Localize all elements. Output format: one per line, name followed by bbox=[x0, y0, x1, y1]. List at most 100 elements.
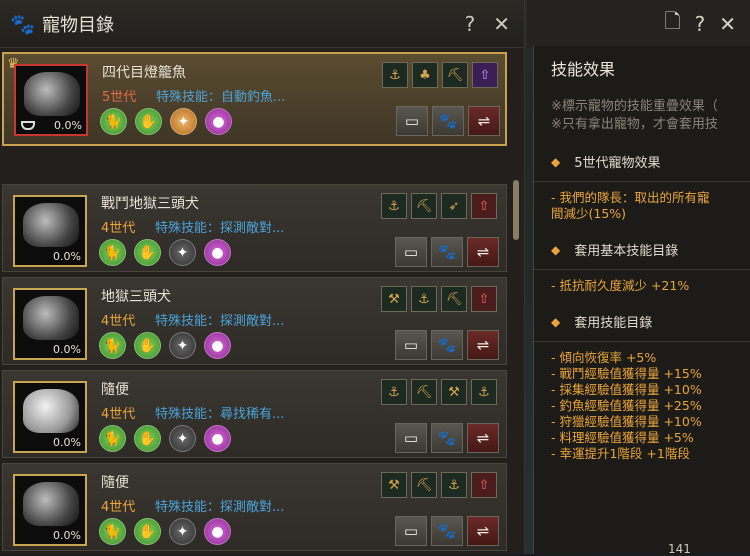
hand-icon[interactable]: ✋ bbox=[134, 518, 161, 545]
wing-icon[interactable]: ➶ bbox=[441, 193, 467, 219]
compass-icon[interactable]: ✦ bbox=[169, 332, 196, 359]
skill-icon[interactable]: ⚒ bbox=[441, 379, 467, 405]
exchange-button[interactable]: ⇌ bbox=[467, 330, 499, 360]
divider bbox=[534, 181, 750, 182]
pet-portrait: 0.0% bbox=[13, 288, 87, 360]
feed-button[interactable]: ▭ bbox=[395, 516, 427, 546]
pet-generation: 5世代 bbox=[102, 90, 137, 105]
scrollbar[interactable] bbox=[513, 180, 519, 240]
effect-line: 間減少(15%) bbox=[551, 206, 627, 221]
feed-button[interactable]: ▭ bbox=[395, 237, 427, 267]
hand-icon[interactable]: ✋ bbox=[134, 425, 161, 452]
divider bbox=[534, 341, 750, 342]
cat-icon[interactable]: 🐈 bbox=[99, 425, 126, 452]
effect-line: - 釣魚經驗值獲得量 +25% bbox=[551, 398, 702, 413]
pet-image bbox=[23, 296, 79, 340]
pet-name: 四代目燈籠魚 bbox=[102, 65, 186, 81]
clover-icon[interactable]: ♣ bbox=[412, 62, 438, 88]
pet-card[interactable]: ♛ 0.0% 四代目燈籠魚 5世代 特殊技能：自動釣魚... 🐈 ✋ ✦ ● ⚓… bbox=[2, 52, 507, 146]
effect-line: - 我們的隊長：取出的所有寵 bbox=[551, 190, 710, 205]
skill-icon[interactable]: ⛏ bbox=[411, 193, 437, 219]
skill-icon[interactable]: ⚓ bbox=[441, 472, 467, 498]
effect-line: - 採集經驗值獲得量 +10% bbox=[551, 382, 702, 397]
rank-up-icon[interactable]: ⇧ bbox=[472, 62, 498, 88]
hunger-percent: 0.0% bbox=[53, 250, 81, 263]
pet-name: 戰鬥地獄三頭犬 bbox=[101, 196, 199, 212]
cat-icon[interactable]: 🐈 bbox=[99, 332, 126, 359]
compass-icon[interactable]: ✦ bbox=[169, 518, 196, 545]
paw-button[interactable]: 🐾 bbox=[431, 237, 463, 267]
skill-icon[interactable]: ⚒ bbox=[381, 472, 407, 498]
paw-icon: 🐾 bbox=[10, 11, 35, 36]
pet-card[interactable]: 0.0% 戰鬥地獄三頭犬 4世代 特殊技能：探測敵對... 🐈 ✋ ✦ ● ⚓ … bbox=[2, 184, 507, 272]
exchange-button[interactable]: ⇌ bbox=[467, 516, 499, 546]
pouch-icon[interactable]: ● bbox=[204, 239, 231, 266]
section-label: 5世代寵物效果 bbox=[574, 156, 661, 171]
hand-icon[interactable]: ✋ bbox=[134, 239, 161, 266]
effect-line: - 戰鬥經驗值獲得量 +15% bbox=[551, 366, 702, 381]
skill-icon[interactable]: ⚒ bbox=[381, 286, 407, 312]
divider bbox=[534, 269, 750, 270]
paw-button[interactable]: 🐾 bbox=[431, 330, 463, 360]
paw-button[interactable]: 🐾 bbox=[432, 106, 464, 136]
cat-icon[interactable]: 🐈 bbox=[99, 239, 126, 266]
effect-line: - 傾向恢復率 +5% bbox=[551, 350, 657, 365]
food-bowl-icon bbox=[21, 121, 35, 130]
rank-up-icon[interactable]: ⇧ bbox=[471, 193, 497, 219]
skill-icon[interactable]: ⛏ bbox=[442, 62, 468, 88]
skill-icon[interactable]: ⚓ bbox=[381, 193, 407, 219]
compass-icon[interactable]: ✦ bbox=[169, 425, 196, 452]
skill-icon[interactable]: ⛏ bbox=[411, 472, 437, 498]
pouch-icon[interactable]: ● bbox=[204, 518, 231, 545]
pet-card[interactable]: 0.0% 隨便 4世代 特殊技能：尋找稀有... 🐈 ✋ ✦ ● ⚓ ⛏ ⚒ ⚓… bbox=[2, 370, 507, 458]
document-icon[interactable]: 🗋 bbox=[665, 7, 681, 41]
rank-up-icon[interactable]: ⇧ bbox=[471, 286, 497, 312]
feed-button[interactable]: ▭ bbox=[396, 106, 428, 136]
section-label: 套用基本技能目錄 bbox=[574, 244, 679, 259]
skill-icon[interactable]: ⛏ bbox=[411, 379, 437, 405]
effect-line: - 幸運提升1階段 +1階段 bbox=[551, 446, 690, 461]
pet-special-skill: 特殊技能：探測敵對... bbox=[155, 500, 285, 515]
pet-image bbox=[23, 389, 79, 433]
effect-line: - 料理經驗值獲得量 +5% bbox=[551, 430, 694, 445]
section-label: 套用技能目錄 bbox=[574, 316, 653, 331]
compass-icon[interactable]: ✦ bbox=[170, 108, 197, 135]
skill-icon[interactable]: ⚓ bbox=[411, 286, 437, 312]
compass-icon[interactable]: ✦ bbox=[169, 239, 196, 266]
rank-up-icon[interactable]: ⇧ bbox=[471, 472, 497, 498]
pouch-icon[interactable]: ● bbox=[204, 332, 231, 359]
pet-portrait: 0.0% bbox=[13, 474, 87, 546]
skill-icon[interactable]: ⚓ bbox=[471, 379, 497, 405]
exchange-button[interactable]: ⇌ bbox=[467, 237, 499, 267]
diamond-icon: ◆ bbox=[551, 154, 561, 169]
skill-icon[interactable]: ⚓ bbox=[381, 379, 407, 405]
hand-icon[interactable]: ✋ bbox=[134, 332, 161, 359]
help-button[interactable]: ? bbox=[695, 12, 706, 36]
help-button[interactable]: ? bbox=[465, 12, 476, 36]
skill-icon[interactable]: ⚓ bbox=[382, 62, 408, 88]
feed-button[interactable]: ▭ bbox=[395, 423, 427, 453]
exchange-button[interactable]: ⇌ bbox=[468, 106, 500, 136]
skill-icon[interactable]: ⛏ bbox=[441, 286, 467, 312]
exchange-button[interactable]: ⇌ bbox=[467, 423, 499, 453]
close-button[interactable]: ✕ bbox=[719, 12, 736, 36]
pouch-icon[interactable]: ● bbox=[204, 425, 231, 452]
paw-button[interactable]: 🐾 bbox=[431, 423, 463, 453]
pet-portrait: 0.0% bbox=[13, 195, 87, 267]
cat-icon[interactable]: 🐈 bbox=[100, 108, 127, 135]
close-button[interactable]: ✕ bbox=[493, 12, 510, 36]
leaf-icon[interactable]: ✋ bbox=[135, 108, 162, 135]
skill-effect-panel: 技能效果 ※標示寵物的技能重疊效果（ ※只有拿出寵物，才會套用技 ◆ 5世代寵物… bbox=[533, 46, 750, 554]
pet-card[interactable]: 0.0% 地獄三頭犬 4世代 特殊技能：探測敵對... 🐈 ✋ ✦ ● ⚒ ⚓ … bbox=[2, 277, 507, 365]
pouch-icon[interactable]: ● bbox=[205, 108, 232, 135]
cat-icon[interactable]: 🐈 bbox=[99, 518, 126, 545]
pet-name: 地獄三頭犬 bbox=[101, 289, 171, 305]
hunger-percent: 0.0% bbox=[53, 343, 81, 356]
hunger-percent: 0.0% bbox=[53, 436, 81, 449]
feed-button[interactable]: ▭ bbox=[395, 330, 427, 360]
hunger-percent: 0.0% bbox=[53, 529, 81, 542]
pet-card[interactable]: 0.0% 隨便 4世代 特殊技能：探測敵對... 🐈 ✋ ✦ ● ⚒ ⛏ ⚓ ⇧… bbox=[2, 463, 507, 551]
pet-list: ♛ 0.0% 四代目燈籠魚 5世代 特殊技能：自動釣魚... 🐈 ✋ ✦ ● ⚓… bbox=[0, 50, 512, 554]
paw-button[interactable]: 🐾 bbox=[431, 516, 463, 546]
pet-special-skill: 特殊技能：探測敵對... bbox=[155, 314, 285, 329]
